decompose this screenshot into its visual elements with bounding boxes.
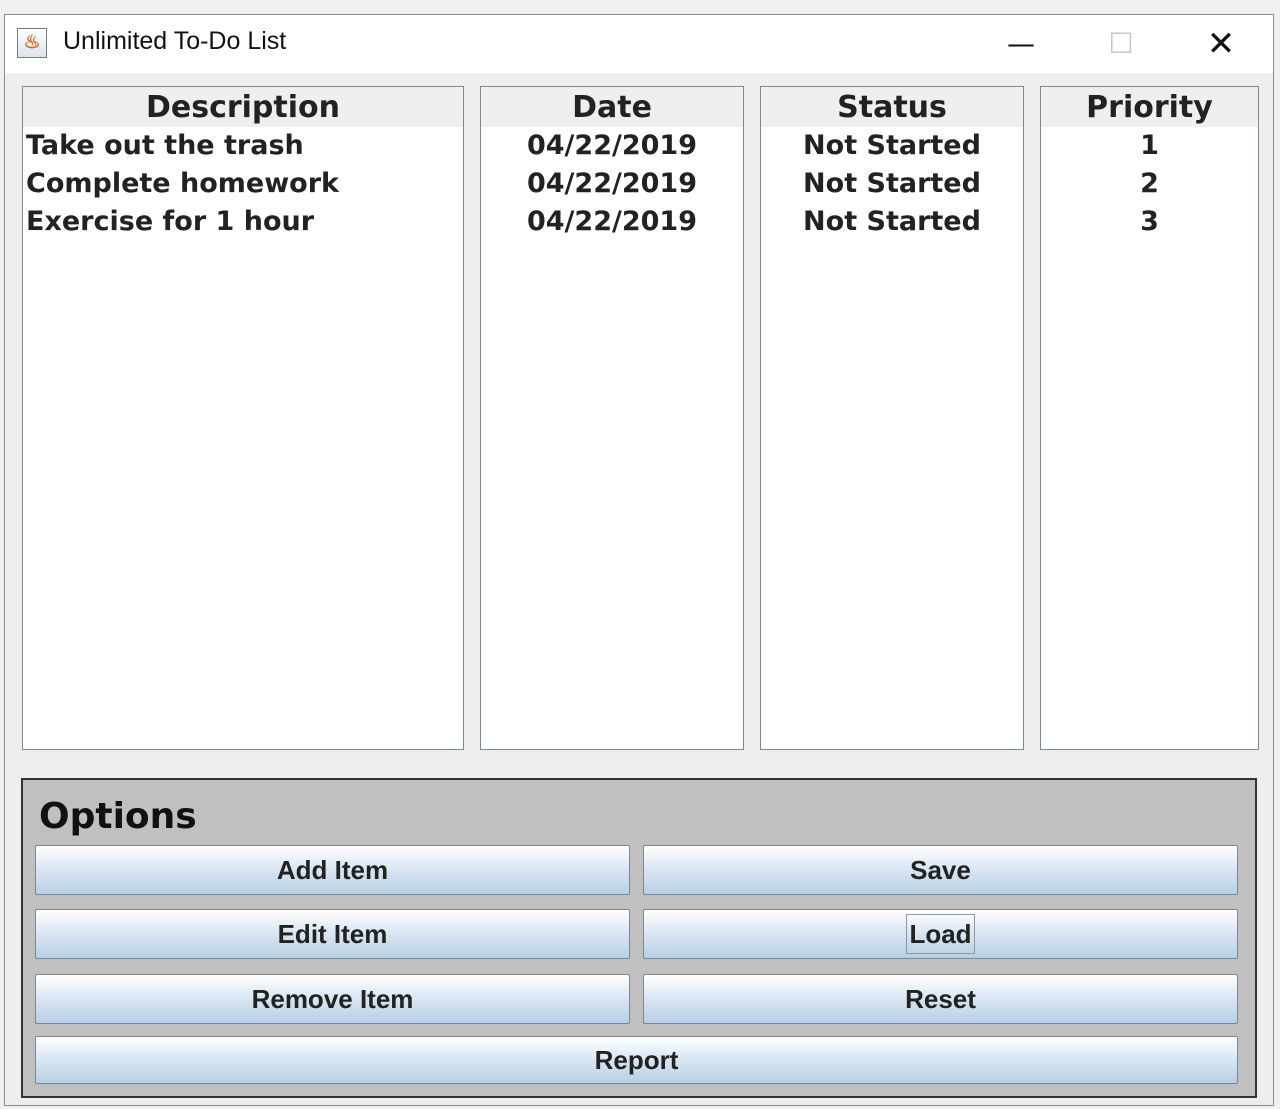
priority-list[interactable]: Priority 1 2 3 xyxy=(1040,86,1259,750)
description-header: Description xyxy=(23,87,463,127)
load-button-label: Load xyxy=(906,914,975,954)
title-bar[interactable]: ♨ Unlimited To-Do List — ☐ ✕ xyxy=(5,15,1273,73)
list-item[interactable]: 2 xyxy=(1041,165,1258,203)
date-header: Date xyxy=(481,87,743,127)
status-list[interactable]: Status Not Started Not Started Not Start… xyxy=(760,86,1024,750)
report-button[interactable]: Report xyxy=(35,1036,1238,1084)
remove-item-button[interactable]: Remove Item xyxy=(35,974,630,1024)
load-button[interactable]: Load xyxy=(643,909,1238,959)
list-item[interactable]: 1 xyxy=(1041,127,1258,165)
list-item[interactable]: 04/22/2019 xyxy=(481,165,743,203)
options-panel: Options Add Item Save Edit Item Load Rem… xyxy=(21,778,1257,1098)
edit-item-button[interactable]: Edit Item xyxy=(35,909,630,959)
list-item[interactable]: Take out the trash xyxy=(23,127,463,165)
date-list[interactable]: Date 04/22/2019 04/22/2019 04/22/2019 xyxy=(480,86,744,750)
list-item[interactable]: 3 xyxy=(1041,203,1258,241)
reset-button[interactable]: Reset xyxy=(643,974,1238,1024)
list-item[interactable]: Not Started xyxy=(761,127,1023,165)
list-item[interactable]: Exercise for 1 hour xyxy=(23,203,463,241)
save-button[interactable]: Save xyxy=(643,845,1238,895)
close-button[interactable]: ✕ xyxy=(1171,15,1271,73)
main-window: ♨ Unlimited To-Do List — ☐ ✕ Description… xyxy=(4,14,1274,1106)
list-item[interactable]: Complete homework xyxy=(23,165,463,203)
description-list[interactable]: Description Take out the trash Complete … xyxy=(22,86,464,750)
minimize-button[interactable]: — xyxy=(971,15,1071,73)
window-title: Unlimited To-Do List xyxy=(63,27,287,55)
priority-header: Priority xyxy=(1041,87,1258,127)
options-title: Options xyxy=(39,796,197,837)
java-icon: ♨ xyxy=(17,28,47,58)
list-item[interactable]: Not Started xyxy=(761,203,1023,241)
list-item[interactable]: 04/22/2019 xyxy=(481,203,743,241)
list-item[interactable]: Not Started xyxy=(761,165,1023,203)
status-header: Status xyxy=(761,87,1023,127)
add-item-button[interactable]: Add Item xyxy=(35,845,630,895)
list-item[interactable]: 04/22/2019 xyxy=(481,127,743,165)
maximize-button[interactable]: ☐ xyxy=(1071,15,1171,73)
